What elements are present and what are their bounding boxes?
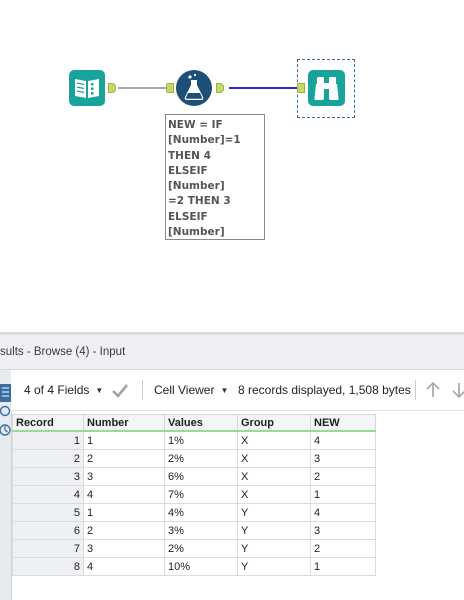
values-cell[interactable]: 4%: [164, 503, 238, 522]
number-cell[interactable]: 2: [83, 449, 165, 468]
number-cell[interactable]: 4: [83, 557, 165, 576]
table-row[interactable]: 7 3 2% Y 2: [12, 539, 376, 558]
values-cell[interactable]: 2%: [164, 449, 238, 468]
number-cell[interactable]: 1: [83, 430, 165, 450]
new-cell[interactable]: 2: [310, 467, 376, 486]
chevron-down-icon: ▼: [95, 386, 104, 395]
record-cell[interactable]: 3: [12, 467, 84, 486]
group-cell[interactable]: X: [237, 430, 311, 450]
formula-output-anchor[interactable]: [216, 83, 224, 93]
binoculars-icon: [308, 70, 345, 106]
book-icon: [69, 70, 105, 106]
table-row[interactable]: 4 4 7% X 1: [12, 485, 376, 504]
formula-input-anchor[interactable]: [166, 83, 174, 93]
cell-viewer-dropdown[interactable]: Cell Viewer ▼: [154, 370, 228, 410]
record-cell[interactable]: 4: [12, 485, 84, 504]
table-row[interactable]: 2 2 2% X 3: [12, 449, 376, 468]
new-cell[interactable]: 4: [310, 503, 376, 522]
checkmark-icon: [112, 384, 129, 398]
record-cell[interactable]: 1: [12, 430, 84, 450]
new-cell[interactable]: 1: [310, 557, 376, 576]
toolbar-divider: [142, 380, 143, 400]
column-header-new[interactable]: NEW: [310, 414, 376, 432]
fields-dropdown[interactable]: 4 of 4 Fields ▼: [24, 370, 103, 410]
table-header-row: Record Number Values Group NEW: [12, 414, 376, 432]
results-table: Record Number Values Group NEW 1 1 1% X …: [12, 414, 376, 576]
values-cell[interactable]: 1%: [164, 430, 238, 450]
record-cell[interactable]: 6: [12, 521, 84, 540]
input-output-anchor[interactable]: [108, 83, 116, 93]
group-cell[interactable]: Y: [237, 557, 311, 576]
values-cell[interactable]: 10%: [164, 557, 238, 576]
results-title: sults - Browse (4) - Input: [0, 346, 126, 358]
column-header-number[interactable]: Number: [83, 414, 165, 432]
results-title-bar: sults - Browse (4) - Input: [0, 335, 464, 370]
values-cell[interactable]: 6%: [164, 467, 238, 486]
new-cell[interactable]: 3: [310, 449, 376, 468]
flask-icon: [176, 70, 212, 106]
fields-dropdown-label: 4 of 4 Fields: [24, 383, 90, 397]
group-cell[interactable]: X: [237, 485, 311, 504]
next-down-button[interactable]: [451, 370, 464, 410]
previous-up-button[interactable]: [425, 370, 441, 410]
column-header-record[interactable]: Record: [12, 414, 84, 432]
workflow-canvas[interactable]: NEW = IF [Number]=1 THEN 4 ELSEIF [Numbe…: [0, 0, 464, 332]
table-row[interactable]: 6 2 3% Y 3: [12, 521, 376, 540]
column-header-group[interactable]: Group: [237, 414, 311, 432]
group-cell[interactable]: Y: [237, 539, 311, 558]
chevron-down-icon: ▼: [220, 386, 229, 395]
number-cell[interactable]: 4: [83, 485, 165, 504]
table-row[interactable]: 1 1 1% X 4: [12, 430, 376, 450]
new-cell[interactable]: 3: [310, 521, 376, 540]
table-row[interactable]: 3 3 6% X 2: [12, 467, 376, 486]
group-cell[interactable]: X: [237, 467, 311, 486]
formula-annotation: NEW = IF [Number]=1 THEN 4 ELSEIF [Numbe…: [165, 114, 265, 240]
table-view-icon[interactable]: [0, 384, 11, 402]
group-cell[interactable]: X: [237, 449, 311, 468]
results-toolbar: 4 of 4 Fields ▼ Cell Viewer ▼ 8 records di…: [11, 370, 464, 411]
record-cell[interactable]: 7: [12, 539, 84, 558]
values-cell[interactable]: 3%: [164, 521, 238, 540]
results-window: sults - Browse (4) - Input 4 of 4 Fields…: [0, 332, 464, 600]
group-cell[interactable]: Y: [237, 521, 311, 540]
values-cell[interactable]: 2%: [164, 539, 238, 558]
toolbar-divider: [415, 380, 416, 400]
new-cell[interactable]: 1: [310, 485, 376, 504]
new-cell[interactable]: 4: [310, 430, 376, 450]
arrow-up-icon: [426, 381, 440, 397]
number-cell[interactable]: 2: [83, 521, 165, 540]
column-header-values[interactable]: Values: [164, 414, 238, 432]
apply-check-button[interactable]: [111, 370, 129, 410]
group-cell[interactable]: Y: [237, 503, 311, 522]
metadata-view-icon[interactable]: [0, 405, 11, 417]
record-cell[interactable]: 5: [12, 503, 84, 522]
table-row[interactable]: 8 4 10% Y 1: [12, 557, 376, 576]
record-cell[interactable]: 8: [12, 557, 84, 576]
browse-input-anchor[interactable]: [297, 83, 305, 93]
side-icons: [0, 384, 11, 436]
input-data-tool[interactable]: [69, 70, 105, 106]
formula-tool[interactable]: [176, 70, 212, 106]
record-cell[interactable]: 2: [12, 449, 84, 468]
number-cell[interactable]: 3: [83, 467, 165, 486]
arrow-down-icon: [452, 383, 464, 399]
new-cell[interactable]: 2: [310, 539, 376, 558]
cell-viewer-label: Cell Viewer: [154, 383, 215, 397]
browse-tool[interactable]: [308, 70, 345, 106]
number-cell[interactable]: 1: [83, 503, 165, 522]
values-cell[interactable]: 7%: [164, 485, 238, 504]
table-row[interactable]: 5 1 4% Y 4: [12, 503, 376, 522]
records-status: 8 records displayed, 1,508 bytes: [238, 383, 411, 397]
number-cell[interactable]: 3: [83, 539, 165, 558]
